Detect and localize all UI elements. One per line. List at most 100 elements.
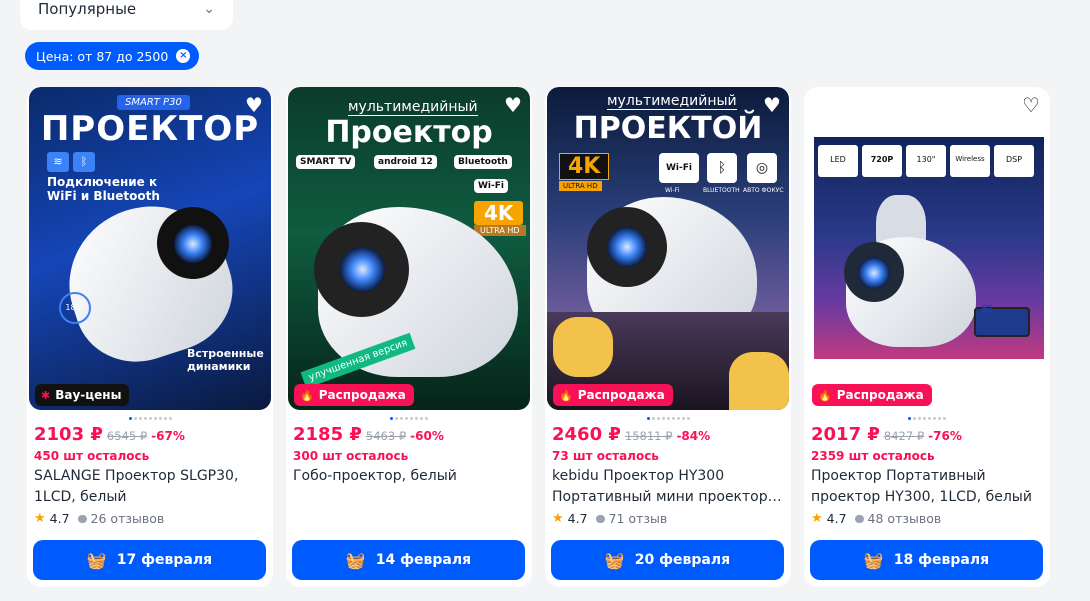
resolution-sub: ULTRA HD [559, 181, 602, 191]
bluetooth-icon: ᛒ [707, 153, 737, 183]
resolution-badge: 4K [474, 201, 524, 225]
product-card[interactable]: SMART P30 ПРОЕКТОР ≋ ᛒ Подключение к WiF… [27, 87, 273, 587]
feature-chip: android 12 [374, 155, 437, 169]
image-feature-2b: динамики [187, 360, 251, 373]
asterisk-icon: ✱ [41, 388, 51, 402]
delivery-date: 20 февраля [634, 552, 731, 568]
promo-badge: 🔥 Распродажа [294, 384, 414, 406]
sort-select[interactable]: Популярные ⌄ [20, 0, 233, 30]
close-icon[interactable]: × [176, 49, 191, 63]
favorite-heart-icon[interactable]: ♥ [243, 95, 265, 117]
promo-badge: 🔥 Распродажа [812, 384, 932, 406]
product-card[interactable]: мультимедийный Проектор SMART TV android… [286, 87, 532, 587]
fire-icon: 🔥 [818, 388, 832, 402]
image-headline: ПРОЕКТОЙ [573, 111, 763, 146]
cart-icon: 🧺 [345, 550, 366, 570]
favorite-heart-icon[interactable]: ♥ [761, 95, 783, 117]
favorite-heart-icon[interactable]: ♥ [502, 95, 524, 117]
favorite-heart-icon[interactable]: ♡ [1020, 95, 1042, 117]
price: 2017 ₽ [811, 424, 880, 445]
fire-icon: 🔥 [300, 388, 314, 402]
cart-icon: 🧺 [863, 550, 884, 570]
rating[interactable]: ★ 4.7 71 отзыв [552, 511, 667, 526]
price: 2185 ₽ [293, 424, 362, 445]
rating[interactable]: ★ 4.7 26 отзывов [34, 511, 164, 526]
cart-icon: 🧺 [86, 550, 107, 570]
image-pagination[interactable] [545, 417, 791, 420]
price: 2103 ₽ [34, 424, 103, 445]
star-icon: ★ [552, 511, 564, 526]
comment-icon [77, 514, 87, 523]
reviews-count: 48 отзывов [867, 511, 942, 526]
image-pagination[interactable] [286, 417, 532, 420]
wifi-icon: ≋ [980, 299, 994, 318]
image-feature-1: Подключение к [47, 175, 158, 189]
product-image[interactable]: мультимедийный ПРОЕКТОЙ 4K ULTRA HD Wi-F… [547, 87, 789, 410]
rating[interactable]: ★ 4.7 48 отзывов [811, 511, 941, 526]
image-headline: ПРОЕКТОР [40, 109, 260, 149]
product-title[interactable]: Гобо-проектор, белый [293, 466, 528, 487]
product-title[interactable]: SALANGE Проектор SLGP30, 1LCD, белый [34, 466, 269, 508]
old-price: 8427 ₽ [883, 429, 925, 443]
feature-chip: Wi-Fi [474, 179, 508, 193]
old-price: 15811 ₽ [624, 429, 673, 443]
popcorn-illustration [553, 317, 613, 377]
star-icon: ★ [34, 511, 46, 526]
wifi-icon: ≋ [47, 152, 69, 172]
image-headline: Проектор [325, 115, 493, 150]
cart-icon: 🧺 [604, 550, 625, 570]
discount: -84% [676, 429, 711, 443]
reviews-count: 26 отзывов [90, 511, 165, 526]
image-subtitle: мультимедийный [607, 93, 737, 110]
stock-left: 450 шт осталось [34, 449, 150, 463]
discount: -60% [410, 429, 444, 443]
price: 2460 ₽ [552, 424, 621, 445]
icon-label: Wi-Fi [665, 187, 680, 194]
image-feature-2: Встроенные [187, 347, 264, 360]
chevron-down-icon: ⌄ [203, 1, 215, 17]
add-to-cart-button[interactable]: 🧺 14 февраля [292, 540, 525, 580]
product-title[interactable]: kebidu Проектор HY300 Портативный мини п… [552, 466, 787, 508]
product-image[interactable]: мультимедийный Проектор SMART TV android… [288, 87, 530, 410]
sort-select-label: Популярные [38, 0, 137, 18]
fire-icon: 🔥 [559, 388, 573, 402]
image-pagination[interactable] [27, 417, 273, 420]
product-image[interactable]: LED 720P 130" Wireless DSP ≋ [806, 87, 1048, 410]
icon-label: АВТО ФОКУС [743, 187, 784, 194]
delivery-date: 14 февраля [375, 552, 472, 568]
feature-chip: SMART TV [296, 155, 356, 169]
product-card[interactable]: мультимедийный ПРОЕКТОЙ 4K ULTRA HD Wi-F… [545, 87, 791, 587]
image-pagination[interactable] [804, 417, 1050, 420]
stock-left: 2359 шт осталось [811, 449, 935, 463]
price-filter-label: Цена: от 87 до 2500 [36, 48, 169, 64]
price-filter-chip[interactable]: Цена: от 87 до 2500 × [25, 42, 200, 70]
add-to-cart-button[interactable]: 🧺 18 февраля [810, 540, 1043, 580]
product-image[interactable]: SMART P30 ПРОЕКТОР ≋ ᛒ Подключение к WiF… [29, 87, 271, 410]
promo-badge: 🔥 Распродажа [553, 384, 673, 406]
comment-icon [595, 514, 605, 523]
product-title[interactable]: Проектор Портативный проектор HY300, 1LC… [811, 466, 1046, 508]
product-card[interactable]: LED 720P 130" Wireless DSP ≋ ♡ 🔥 Распрода… [804, 87, 1050, 587]
stock-left: 73 шт осталось [552, 449, 659, 463]
feature-tile: DSP [994, 145, 1034, 177]
reviews-count: 71 отзыв [608, 511, 668, 526]
rating-value: 4.7 [49, 511, 70, 526]
image-feature-1b: WiFi и Bluetooth [47, 189, 160, 203]
resolution-sub: ULTRA HD [474, 225, 526, 236]
add-to-cart-button[interactable]: 🧺 20 февраля [551, 540, 784, 580]
delivery-date: 17 февраля [116, 552, 213, 568]
rotate-icon: 180° [59, 292, 91, 324]
feature-chip: Bluetooth [454, 155, 512, 169]
add-to-cart-button[interactable]: 🧺 17 февраля [33, 540, 266, 580]
bluetooth-icon: ᛒ [73, 152, 95, 172]
old-price: 5463 ₽ [365, 429, 407, 443]
discount: -76% [928, 429, 962, 443]
image-badge: SMART P30 [117, 95, 190, 110]
image-subtitle: мультимедийный [348, 99, 478, 116]
feature-tile: LED [818, 145, 858, 177]
old-price: 6545 ₽ [106, 429, 148, 443]
delivery-date: 18 февраля [893, 552, 990, 568]
promo-badge: ✱ Вау-цены [35, 384, 130, 406]
feature-tile: Wireless [950, 145, 990, 177]
rating-value: 4.7 [567, 511, 588, 526]
